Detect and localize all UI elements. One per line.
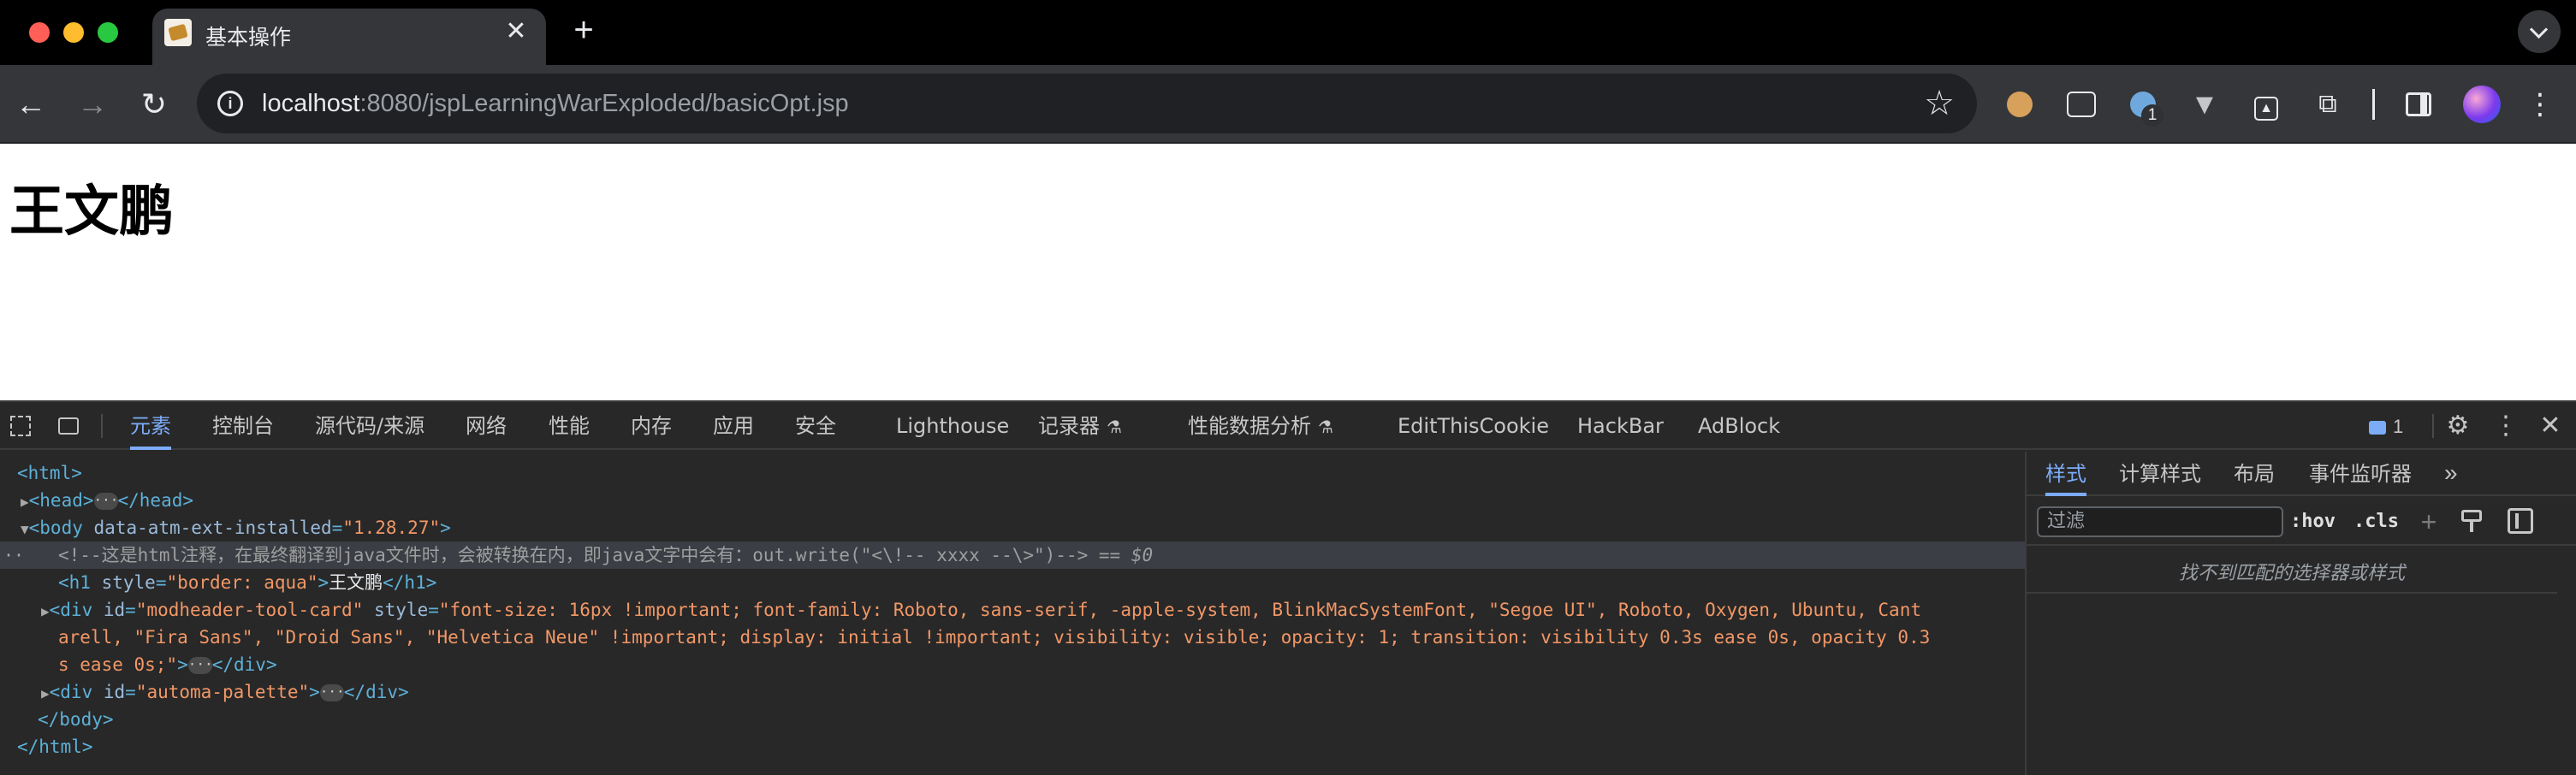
address-bar[interactable]: i localhost:8080/jspLearningWarExploded/… bbox=[197, 74, 1977, 133]
elements-tree: ·· <html> ▶<head>···</head> ▼<body data-… bbox=[0, 452, 2025, 775]
tab-console[interactable]: 控制台 bbox=[212, 402, 274, 450]
tab-application[interactable]: 应用 bbox=[713, 402, 754, 450]
devtools-divider bbox=[101, 414, 103, 438]
window-minimize-button[interactable] bbox=[63, 22, 84, 43]
tab-security[interactable]: 安全 bbox=[795, 402, 836, 450]
tab-performance-insights-label: 性能数据分析 bbox=[1188, 414, 1311, 438]
issues-icon bbox=[2369, 421, 2386, 435]
url-host: localhost bbox=[262, 90, 360, 117]
dom-node-html-close[interactable]: </html> bbox=[17, 733, 93, 760]
tab-recorder-label: 记录器 bbox=[1038, 414, 1100, 438]
tab-event-listeners[interactable]: 事件监听器 bbox=[2309, 452, 2412, 496]
dom-node-div-modheader[interactable]: ▶<div id="modheader-tool-card" style="fo… bbox=[41, 596, 1921, 624]
styles-pane: 样式 计算样式 布局 事件监听器 » 过滤 :hov .cls + 找不到匹配的… bbox=[2025, 452, 2576, 775]
toggle-computed-sidebar-icon[interactable] bbox=[2508, 508, 2533, 534]
dom-node-comment[interactable]: <!--这是html注释，在最终翻译到java文件时，会被转换在内，即java文… bbox=[58, 541, 1153, 569]
collapse-triangle-icon[interactable]: ▼ bbox=[21, 521, 29, 537]
window-close-button[interactable] bbox=[29, 22, 50, 43]
devtools-close-icon[interactable]: ✕ bbox=[2537, 412, 2564, 440]
settings-gear-icon[interactable]: ⚙ bbox=[2444, 412, 2472, 440]
tab-styles[interactable]: 样式 bbox=[2045, 452, 2086, 496]
window-zoom-button[interactable] bbox=[98, 22, 118, 43]
tab-performance-insights[interactable]: 性能数据分析 ⚗ bbox=[1188, 402, 1333, 450]
dom-node-body[interactable]: ▼<body data-atm-ext-installed="1.28.27"> bbox=[21, 514, 451, 541]
bookmark-star-icon[interactable]: ☆ bbox=[1924, 82, 1955, 125]
browser-toolbar: ← → ↻ i localhost:8080/jspLearningWarExp… bbox=[0, 65, 2576, 144]
page-viewport: 王文鹏 bbox=[0, 144, 2576, 400]
no-matching-styles-message: 找不到匹配的选择器或样式 bbox=[2178, 563, 2405, 584]
dom-node-div-modheader-cont: arell, "Fira Sans", "Droid Sans", "Helve… bbox=[58, 627, 1931, 648]
tab-memory[interactable]: 内存 bbox=[631, 402, 672, 450]
collapsed-ellipsis[interactable]: ··· bbox=[187, 657, 213, 674]
expand-triangle-icon[interactable]: ▶ bbox=[41, 685, 50, 701]
jsp-favicon-icon bbox=[164, 19, 192, 46]
rendering-emulation-icon[interactable] bbox=[2458, 508, 2485, 535]
collapsed-ellipsis[interactable]: ··· bbox=[319, 684, 345, 701]
collapsed-ellipsis[interactable]: ··· bbox=[93, 493, 118, 510]
experimental-flask-icon: ⚗ bbox=[1107, 417, 1122, 437]
tab-close-icon[interactable]: ✕ bbox=[502, 17, 531, 46]
browser-tab-strip: 基本操作 ✕ + bbox=[0, 0, 2576, 65]
styles-filter-input[interactable]: 过滤 bbox=[2037, 506, 2283, 537]
editthiscookie-extension-icon[interactable] bbox=[2001, 86, 2039, 123]
devtools-tab-bar: 元素 控制台 源代码/来源 网络 性能 内存 应用 安全 Lighthouse … bbox=[0, 402, 2576, 450]
devtools-divider bbox=[2432, 414, 2434, 438]
expand-triangle-icon[interactable]: ▶ bbox=[41, 603, 50, 619]
tab-adblock[interactable]: AdBlock bbox=[1698, 402, 1780, 450]
url-text[interactable]: localhost:8080/jspLearningWarExploded/ba… bbox=[262, 90, 849, 118]
extensions-puzzle-icon[interactable]: ⧉ bbox=[2309, 86, 2347, 123]
tab-computed[interactable]: 计算样式 bbox=[2119, 452, 2201, 496]
toolbar-divider bbox=[2372, 89, 2375, 120]
devtools-panel: 元素 控制台 源代码/来源 网络 性能 内存 应用 安全 Lighthouse … bbox=[0, 400, 2576, 775]
profile-avatar[interactable] bbox=[2463, 86, 2501, 123]
url-path: :8080/jspLearningWarExploded/basicOpt.js… bbox=[359, 90, 849, 117]
tab-title: 基本操作 bbox=[205, 25, 292, 50]
styles-pane-tabs: 样式 计算样式 布局 事件监听器 » bbox=[2027, 452, 2576, 496]
styles-filter-row: 过滤 :hov .cls + bbox=[2027, 498, 2576, 546]
hov-toggle-button[interactable]: :hov bbox=[2290, 506, 2336, 537]
automa-extension-icon[interactable]: ▲ bbox=[2247, 86, 2285, 123]
dom-node-body-close[interactable]: </body> bbox=[38, 706, 114, 733]
hackbar-extension-icon[interactable] bbox=[2063, 86, 2100, 123]
dom-node-div-automa[interactable]: ▶<div id="automa-palette">···</div> bbox=[41, 678, 409, 706]
reload-button[interactable]: ↻ bbox=[134, 84, 175, 125]
tab-lighthouse[interactable]: Lighthouse bbox=[896, 402, 1009, 450]
new-style-rule-icon[interactable]: + bbox=[2413, 506, 2444, 537]
page-heading: 王文鹏 bbox=[9, 180, 174, 244]
experimental-flask-icon: ⚗ bbox=[1318, 417, 1333, 437]
tab-layout[interactable]: 布局 bbox=[2234, 452, 2275, 496]
site-info-icon[interactable]: i bbox=[217, 91, 243, 116]
inspect-element-icon[interactable] bbox=[7, 412, 34, 440]
issues-count: 1 bbox=[2393, 416, 2404, 437]
device-toolbar-icon[interactable] bbox=[55, 412, 82, 440]
cls-toggle-button[interactable]: .cls bbox=[2353, 506, 2399, 537]
more-tabs-chevron-icon[interactable]: » bbox=[2444, 452, 2458, 496]
tab-network[interactable]: 网络 bbox=[466, 402, 507, 450]
tab-hackbar[interactable]: HackBar bbox=[1577, 402, 1664, 450]
tab-editthiscookie[interactable]: EditThisCookie bbox=[1398, 402, 1549, 450]
forward-button[interactable]: → bbox=[72, 84, 113, 125]
selected-node-gutter: ·· bbox=[3, 545, 25, 565]
browser-menu-icon[interactable]: ⋮ bbox=[2525, 84, 2555, 125]
side-panel-icon[interactable] bbox=[2400, 86, 2437, 123]
modheader-extension-icon[interactable]: 1 bbox=[2124, 86, 2163, 127]
expand-triangle-icon[interactable]: ▶ bbox=[21, 494, 29, 510]
dom-node-h1[interactable]: <h1 style="border: aqua">王文鹏</h1> bbox=[58, 569, 436, 596]
issues-counter[interactable]: 1 bbox=[2369, 414, 2403, 440]
browser-tab-active[interactable]: 基本操作 ✕ bbox=[152, 9, 546, 65]
tab-sources[interactable]: 源代码/来源 bbox=[315, 402, 424, 450]
back-button[interactable]: ← bbox=[10, 84, 51, 125]
tab-performance[interactable]: 性能 bbox=[549, 402, 590, 450]
dom-node-head[interactable]: ▶<head>···</head> bbox=[21, 487, 193, 514]
tab-search-button[interactable] bbox=[2518, 10, 2561, 53]
devtools-more-icon[interactable]: ⋮ bbox=[2492, 412, 2520, 440]
vue-devtools-extension-icon[interactable]: ▼ bbox=[2186, 86, 2223, 123]
dom-node-html[interactable]: <html> bbox=[17, 459, 82, 487]
new-tab-button[interactable]: + bbox=[567, 13, 601, 48]
styles-divider bbox=[2027, 592, 2557, 594]
tab-elements[interactable]: 元素 bbox=[130, 402, 171, 450]
tab-recorder[interactable]: 记录器 ⚗ bbox=[1038, 402, 1122, 450]
extension-badge: 1 bbox=[2141, 104, 2163, 127]
dom-node-div-modheader-end: s ease 0s;">···</div> bbox=[58, 654, 277, 675]
